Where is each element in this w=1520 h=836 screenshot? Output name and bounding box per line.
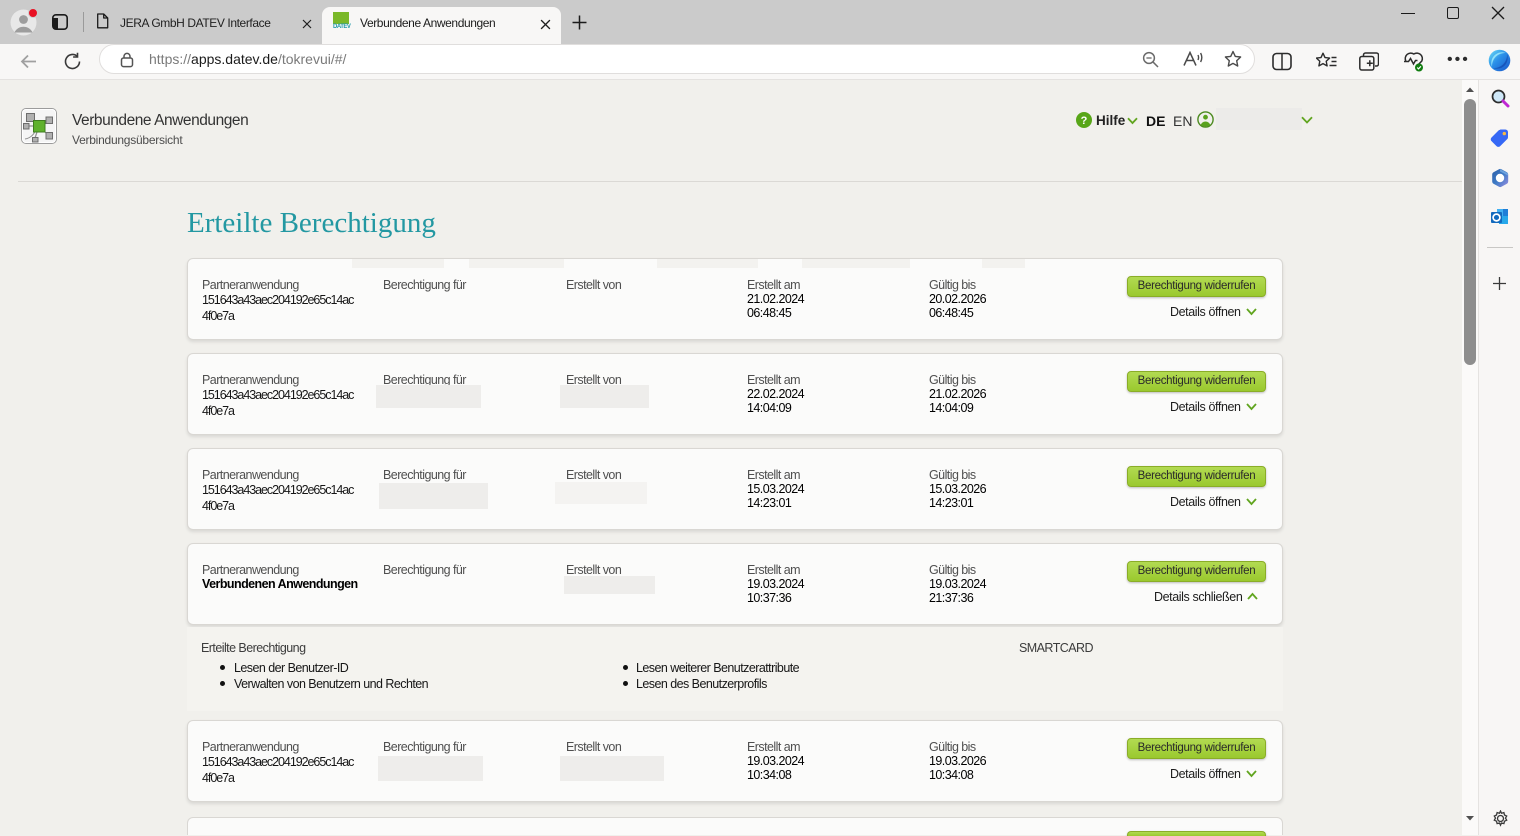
svg-text:?: ? [1081,115,1088,127]
